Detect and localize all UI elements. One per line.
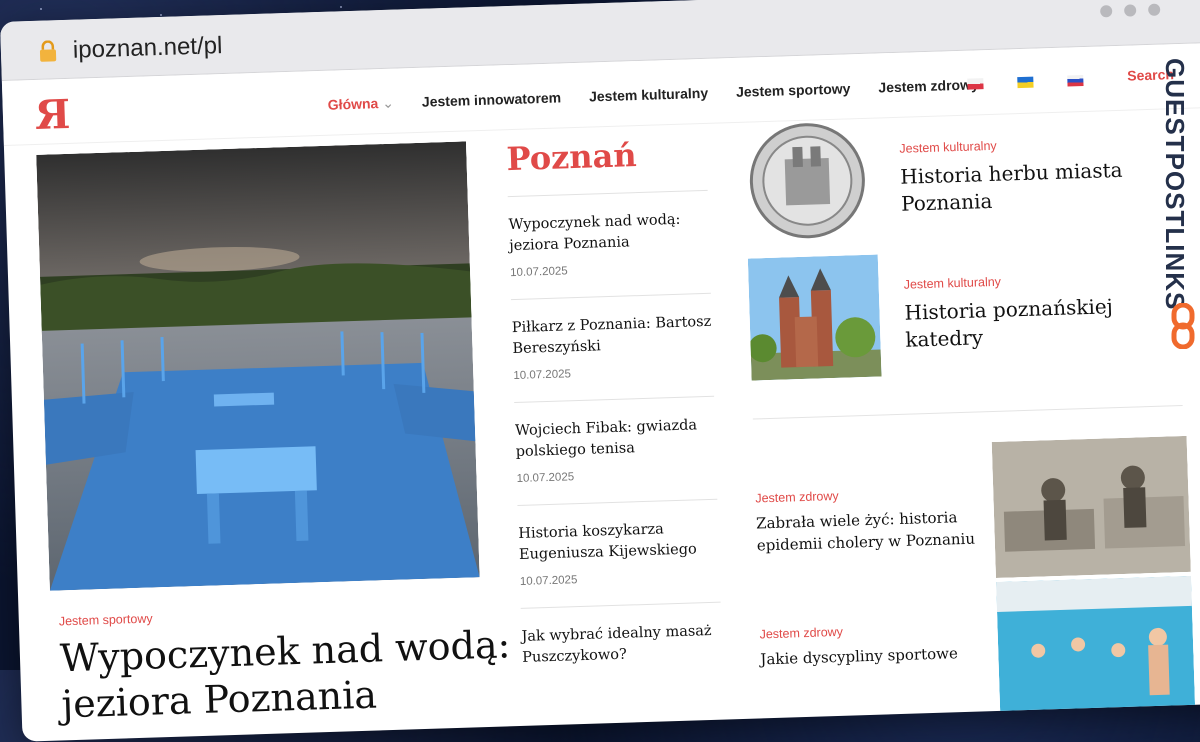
featured-column: Jestem kulturalny Historia herbu miasta … <box>743 109 1200 730</box>
section-title: Poznań <box>505 136 638 179</box>
news-date: 10.07.2025 <box>509 265 568 280</box>
health-title[interactable]: Zabrała wiele żyć: historia epidemii cho… <box>756 507 977 557</box>
health-category[interactable]: Jestem zdrowy <box>759 625 843 642</box>
health-item[interactable]: Jestem zdrowy Zabrała wiele żyć: histori… <box>754 435 1198 590</box>
cathedral-image <box>747 254 882 381</box>
featured-image[interactable] <box>743 118 878 245</box>
seal-image <box>743 118 878 245</box>
window-controls <box>1100 3 1161 18</box>
news-date: 10.07.2025 <box>513 368 572 383</box>
news-title[interactable]: Wojciech Fibak: gwiazda polskiego tenisa <box>515 415 716 463</box>
featured-item[interactable]: Jestem kulturalny Historia herbu miasta … <box>743 109 1188 253</box>
news-column: Poznań Wypoczynek nad wodą: jeziora Pozn… <box>506 134 724 711</box>
site-logo[interactable]: Я <box>34 91 71 139</box>
menu-item-glowna[interactable]: Główna ⌄ <box>328 95 395 114</box>
window-dot-icon[interactable] <box>1124 4 1137 17</box>
featured-title[interactable]: Historia herbu miasta Poznania <box>900 155 1172 217</box>
hero-title[interactable]: Wypoczynek nad wodą: jeziora Poznania <box>59 622 522 728</box>
menu-item-innowator[interactable]: Jestem innowatorem <box>422 89 562 110</box>
pool-image <box>996 575 1196 718</box>
divider <box>752 405 1183 420</box>
menu-item-sportowy[interactable]: Jestem sportowy <box>736 80 851 101</box>
window-dot-icon[interactable] <box>1100 5 1113 18</box>
news-date: 10.07.2025 <box>516 471 575 486</box>
main-content: Jestem sportowy Wypoczynek nad wodą: jez… <box>4 107 1200 742</box>
list-item[interactable]: Jak wybrać idealny masaż Puszczykowo? <box>520 601 724 711</box>
hero-category[interactable]: Jestem sportowy <box>59 612 153 629</box>
watermark-text: GUESTPOSTLINKS <box>1160 58 1190 311</box>
list-item[interactable]: Wypoczynek nad wodą: jeziora Poznania 10… <box>507 189 711 300</box>
address-bar[interactable]: ipoznan.net/pl <box>72 32 222 65</box>
menu-item-zdrowy[interactable]: Jestem zdrowy <box>878 76 979 96</box>
guestpostlinks-watermark: GUESTPOSTLINKS <box>1160 58 1200 358</box>
main-menu: Główna ⌄ Jestem innowatorem Jestem kultu… <box>328 76 979 113</box>
browser-window: ipoznan.net/pl Я Główna ⌄ Jestem innowat… <box>0 0 1200 742</box>
health-title[interactable]: Jakie dyscypliny sportowe <box>760 643 981 672</box>
hero-image[interactable] <box>36 141 480 591</box>
chevron-down-icon: ⌄ <box>381 94 395 112</box>
health-image[interactable] <box>996 575 1196 718</box>
window-dot-icon[interactable] <box>1147 3 1161 16</box>
news-date: 10.07.2025 <box>519 574 578 588</box>
link-icon <box>1171 303 1195 349</box>
news-title[interactable]: Piłkarz z Poznania: Bartosz Bereszyński <box>512 312 713 360</box>
language-switcher <box>967 75 1084 90</box>
lock-icon <box>39 40 57 62</box>
news-title[interactable]: Wypoczynek nad wodą: jeziora Poznania <box>508 209 709 257</box>
list-item[interactable]: Wojciech Fibak: gwiazda polskiego tenisa… <box>514 395 718 505</box>
featured-item[interactable]: Jestem kulturalny Historia poznańskiej k… <box>747 245 1192 389</box>
news-title[interactable]: Jak wybrać idealny masaż Puszczykowo? <box>521 621 722 669</box>
flag-pl-icon[interactable] <box>967 78 984 90</box>
health-category[interactable]: Jestem zdrowy <box>755 489 839 506</box>
featured-category[interactable]: Jestem kulturalny <box>899 139 997 156</box>
featured-image[interactable] <box>747 254 882 381</box>
engraving-image <box>991 435 1191 578</box>
flag-ru-icon[interactable] <box>1067 75 1084 87</box>
list-item[interactable]: Piłkarz z Poznania: Bartosz Bereszyński … <box>510 292 715 403</box>
menu-item-kulturalny[interactable]: Jestem kulturalny <box>589 85 709 106</box>
featured-title[interactable]: Historia poznańskiej katedry <box>904 291 1176 353</box>
health-image[interactable] <box>991 435 1191 578</box>
news-title[interactable]: Historia koszykarza Eugeniusza Kijewskie… <box>518 518 719 566</box>
list-item[interactable]: Historia koszykarza Eugeniusza Kijewskie… <box>517 498 721 608</box>
news-date <box>523 673 723 679</box>
pier-image <box>36 141 480 591</box>
flag-ua-icon[interactable] <box>1017 76 1034 89</box>
health-item[interactable]: Jestem zdrowy Jakie dyscypliny sportowe <box>758 575 1200 730</box>
featured-category[interactable]: Jestem kulturalny <box>903 275 1001 292</box>
